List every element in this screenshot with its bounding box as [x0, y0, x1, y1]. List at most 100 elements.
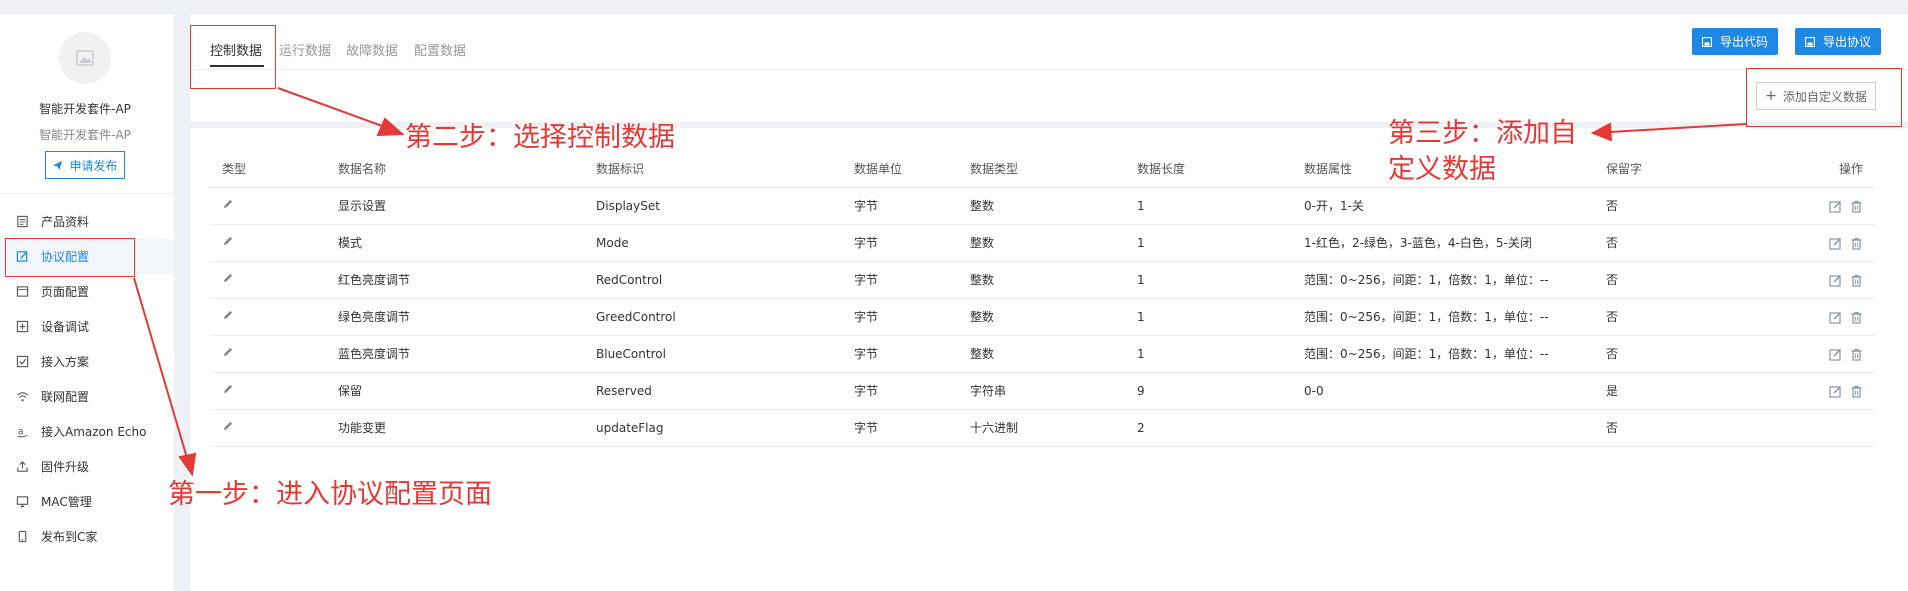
- export-protocol-label: 导出协议: [1822, 35, 1871, 49]
- app-name: 智能开发套件-AP: [39, 102, 131, 116]
- type-cell: [210, 187, 326, 225]
- edit-icon[interactable]: [1829, 237, 1842, 250]
- data-unit-cell: 字节: [842, 261, 958, 299]
- pencil-icon: [223, 384, 233, 393]
- tab-config-data[interactable]: 配置数据: [414, 40, 466, 59]
- operations-cell: [1745, 298, 1875, 336]
- data-type-cell: 整数: [958, 187, 1125, 225]
- sidebar-item-page-config[interactable]: 页面配置: [0, 274, 174, 309]
- edit-icon[interactable]: [1829, 348, 1842, 361]
- pencil-icon: [223, 236, 233, 245]
- data-length-cell: 2: [1125, 409, 1292, 447]
- product-avatar: [59, 32, 111, 84]
- column-header: 类型: [210, 150, 326, 188]
- annotation-step3-line1: 第三步：添加自: [1388, 118, 1577, 149]
- operations-cell: [1745, 372, 1875, 410]
- trash-icon[interactable]: [1850, 200, 1863, 213]
- protocol-data-table: 类型 数据名称 数据标识 数据单位 数据类型 数据长度 数据属性 保留字 操作 …: [210, 150, 1875, 447]
- sidebar-item-network-config[interactable]: 联网配置: [0, 379, 174, 414]
- edit-icon[interactable]: [1829, 274, 1842, 287]
- data-unit-cell: 字节: [842, 224, 958, 262]
- image-placeholder-icon: [76, 50, 94, 66]
- edit-icon[interactable]: [1829, 385, 1842, 398]
- trash-icon[interactable]: [1850, 274, 1863, 287]
- pencil-icon: [223, 199, 233, 208]
- trash-icon[interactable]: [1850, 237, 1863, 250]
- data-type-cell: 整数: [958, 335, 1125, 373]
- annotation-step3-line2: 定义数据: [1388, 154, 1496, 185]
- tab-runtime-data[interactable]: 运行数据: [279, 40, 331, 59]
- sidebar-item-label: 页面配置: [41, 285, 90, 299]
- column-header: 保留字: [1594, 150, 1745, 188]
- export-code-label: 导出代码: [1719, 35, 1768, 49]
- data-id-cell: DisplaySet: [584, 187, 842, 225]
- pencil-icon: [223, 310, 233, 319]
- data-name-cell: 蓝色亮度调节: [326, 335, 584, 373]
- table-row: 保留 Reserved 字节 字符串 9 0-0 是: [210, 372, 1875, 410]
- data-unit-cell: 字节: [842, 372, 958, 410]
- data-id-cell: RedControl: [584, 261, 842, 299]
- column-header: 操作: [1745, 150, 1875, 188]
- sidebar-item-mac-management[interactable]: MAC管理: [0, 484, 174, 519]
- apply-publish-button[interactable]: 申请发布: [45, 151, 125, 179]
- data-id-cell: Reserved: [584, 372, 842, 410]
- page-icon: [15, 285, 29, 299]
- data-length-cell: 1: [1125, 335, 1292, 373]
- data-length-cell: 1: [1125, 187, 1292, 225]
- column-header: 数据长度: [1125, 150, 1292, 188]
- edit-icon[interactable]: [1829, 200, 1842, 213]
- svg-text:a: a: [17, 426, 23, 437]
- data-type-cell: 整数: [958, 224, 1125, 262]
- trash-icon[interactable]: [1850, 385, 1863, 398]
- sidebar-item-device-debug[interactable]: 设备调试: [0, 309, 174, 344]
- data-attr-cell: 0-0: [1292, 372, 1594, 410]
- wifi-icon: [15, 390, 29, 404]
- tab-fault-data[interactable]: 故障数据: [346, 40, 398, 59]
- annotation-box-protocol-config: [5, 238, 135, 277]
- sidebar-item-access-plan[interactable]: 接入方案: [0, 344, 174, 379]
- data-attr-cell: 范围：0~256，间距：1，倍数：1，单位：--: [1292, 261, 1594, 299]
- document-icon: [15, 215, 29, 229]
- data-name-cell: 显示设置: [326, 187, 584, 225]
- reserved-cell: 否: [1594, 409, 1745, 447]
- data-name-cell: 保留: [326, 372, 584, 410]
- data-length-cell: 1: [1125, 261, 1292, 299]
- type-cell: [210, 261, 326, 299]
- export-code-button[interactable]: 导出代码: [1692, 28, 1778, 55]
- type-cell: [210, 409, 326, 447]
- sidebar: 智能开发套件-AP 智能开发套件-AP 申请发布 产品资料 协议配置 页面配置 …: [0, 14, 174, 591]
- checkbox-icon: [15, 355, 29, 369]
- data-type-cell: 十六进制: [958, 409, 1125, 447]
- data-name-cell: 模式: [326, 224, 584, 262]
- operations-cell: [1745, 335, 1875, 373]
- annotation-step2: 第二步：选择控制数据: [405, 122, 675, 153]
- table-panel: 类型 数据名称 数据标识 数据单位 数据类型 数据长度 数据属性 保留字 操作 …: [190, 128, 1908, 591]
- data-attr-cell: 0-开，1-关: [1292, 187, 1594, 225]
- trash-icon[interactable]: [1850, 348, 1863, 361]
- type-cell: [210, 224, 326, 262]
- type-cell: [210, 372, 326, 410]
- sidebar-item-firmware-upgrade[interactable]: 固件升级: [0, 449, 174, 484]
- phone-icon: [15, 530, 29, 544]
- save-icon: [1804, 36, 1815, 47]
- pencil-icon: [223, 347, 233, 356]
- sidebar-item-label: 联网配置: [41, 390, 90, 404]
- data-unit-cell: 字节: [842, 409, 958, 447]
- annotation-box-add-custom: [1746, 68, 1902, 127]
- sidebar-item-publish-c-home[interactable]: 发布到C家: [0, 519, 174, 554]
- edit-icon[interactable]: [1829, 311, 1842, 324]
- data-attr-cell: 1-红色，2-绿色，3-蓝色，4-白色，5-关闭: [1292, 224, 1594, 262]
- operations-cell: [1745, 224, 1875, 262]
- send-icon: [53, 160, 63, 170]
- data-unit-cell: 字节: [842, 187, 958, 225]
- data-attr-cell: [1292, 409, 1594, 447]
- trash-icon[interactable]: [1850, 311, 1863, 324]
- pencil-icon: [223, 273, 233, 282]
- apply-publish-label: 申请发布: [69, 158, 118, 173]
- pencil-icon: [223, 421, 233, 430]
- sidebar-item-label: 设备调试: [41, 320, 90, 334]
- sidebar-item-amazon-echo[interactable]: a 接入Amazon Echo: [0, 414, 174, 449]
- export-protocol-button[interactable]: 导出协议: [1795, 28, 1881, 55]
- data-type-cell: 整数: [958, 298, 1125, 336]
- sidebar-item-product-info[interactable]: 产品资料: [0, 204, 174, 239]
